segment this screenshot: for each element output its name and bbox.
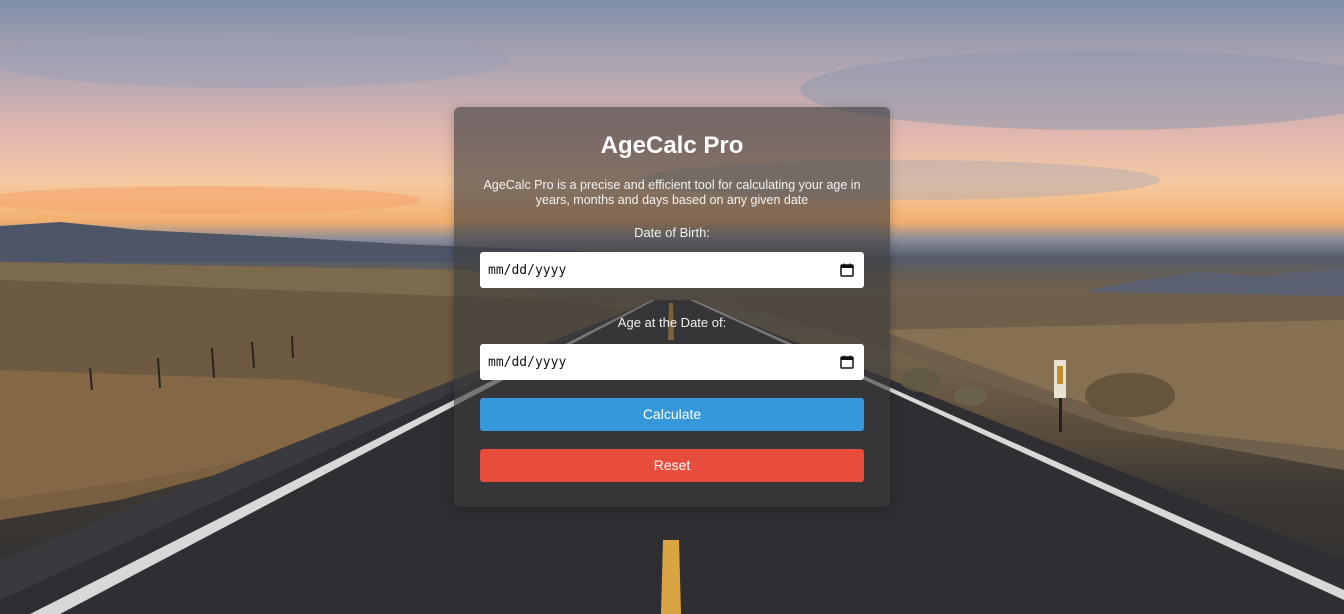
date-of-birth-input[interactable]: mm/dd/yyyy bbox=[480, 252, 864, 288]
age-calculator-card: AgeCalc Pro AgeCalc Pro is a precise and… bbox=[454, 107, 890, 507]
calendar-icon[interactable] bbox=[840, 263, 854, 277]
target-date-label: Age at the Date of: bbox=[617, 315, 727, 330]
target-date-input[interactable]: mm/dd/yyyy bbox=[480, 344, 864, 380]
calculate-button[interactable]: Calculate bbox=[480, 398, 864, 431]
date-of-birth-value: mm/dd/yyyy bbox=[488, 262, 567, 278]
date-of-birth-label: Date of Birth: bbox=[634, 225, 710, 240]
reset-button[interactable]: Reset bbox=[480, 449, 864, 482]
app-title: AgeCalc Pro bbox=[600, 132, 744, 159]
target-date-value: mm/dd/yyyy bbox=[488, 354, 567, 370]
calendar-icon[interactable] bbox=[840, 355, 854, 369]
app-description: AgeCalc Pro is a precise and efficient t… bbox=[483, 178, 861, 207]
